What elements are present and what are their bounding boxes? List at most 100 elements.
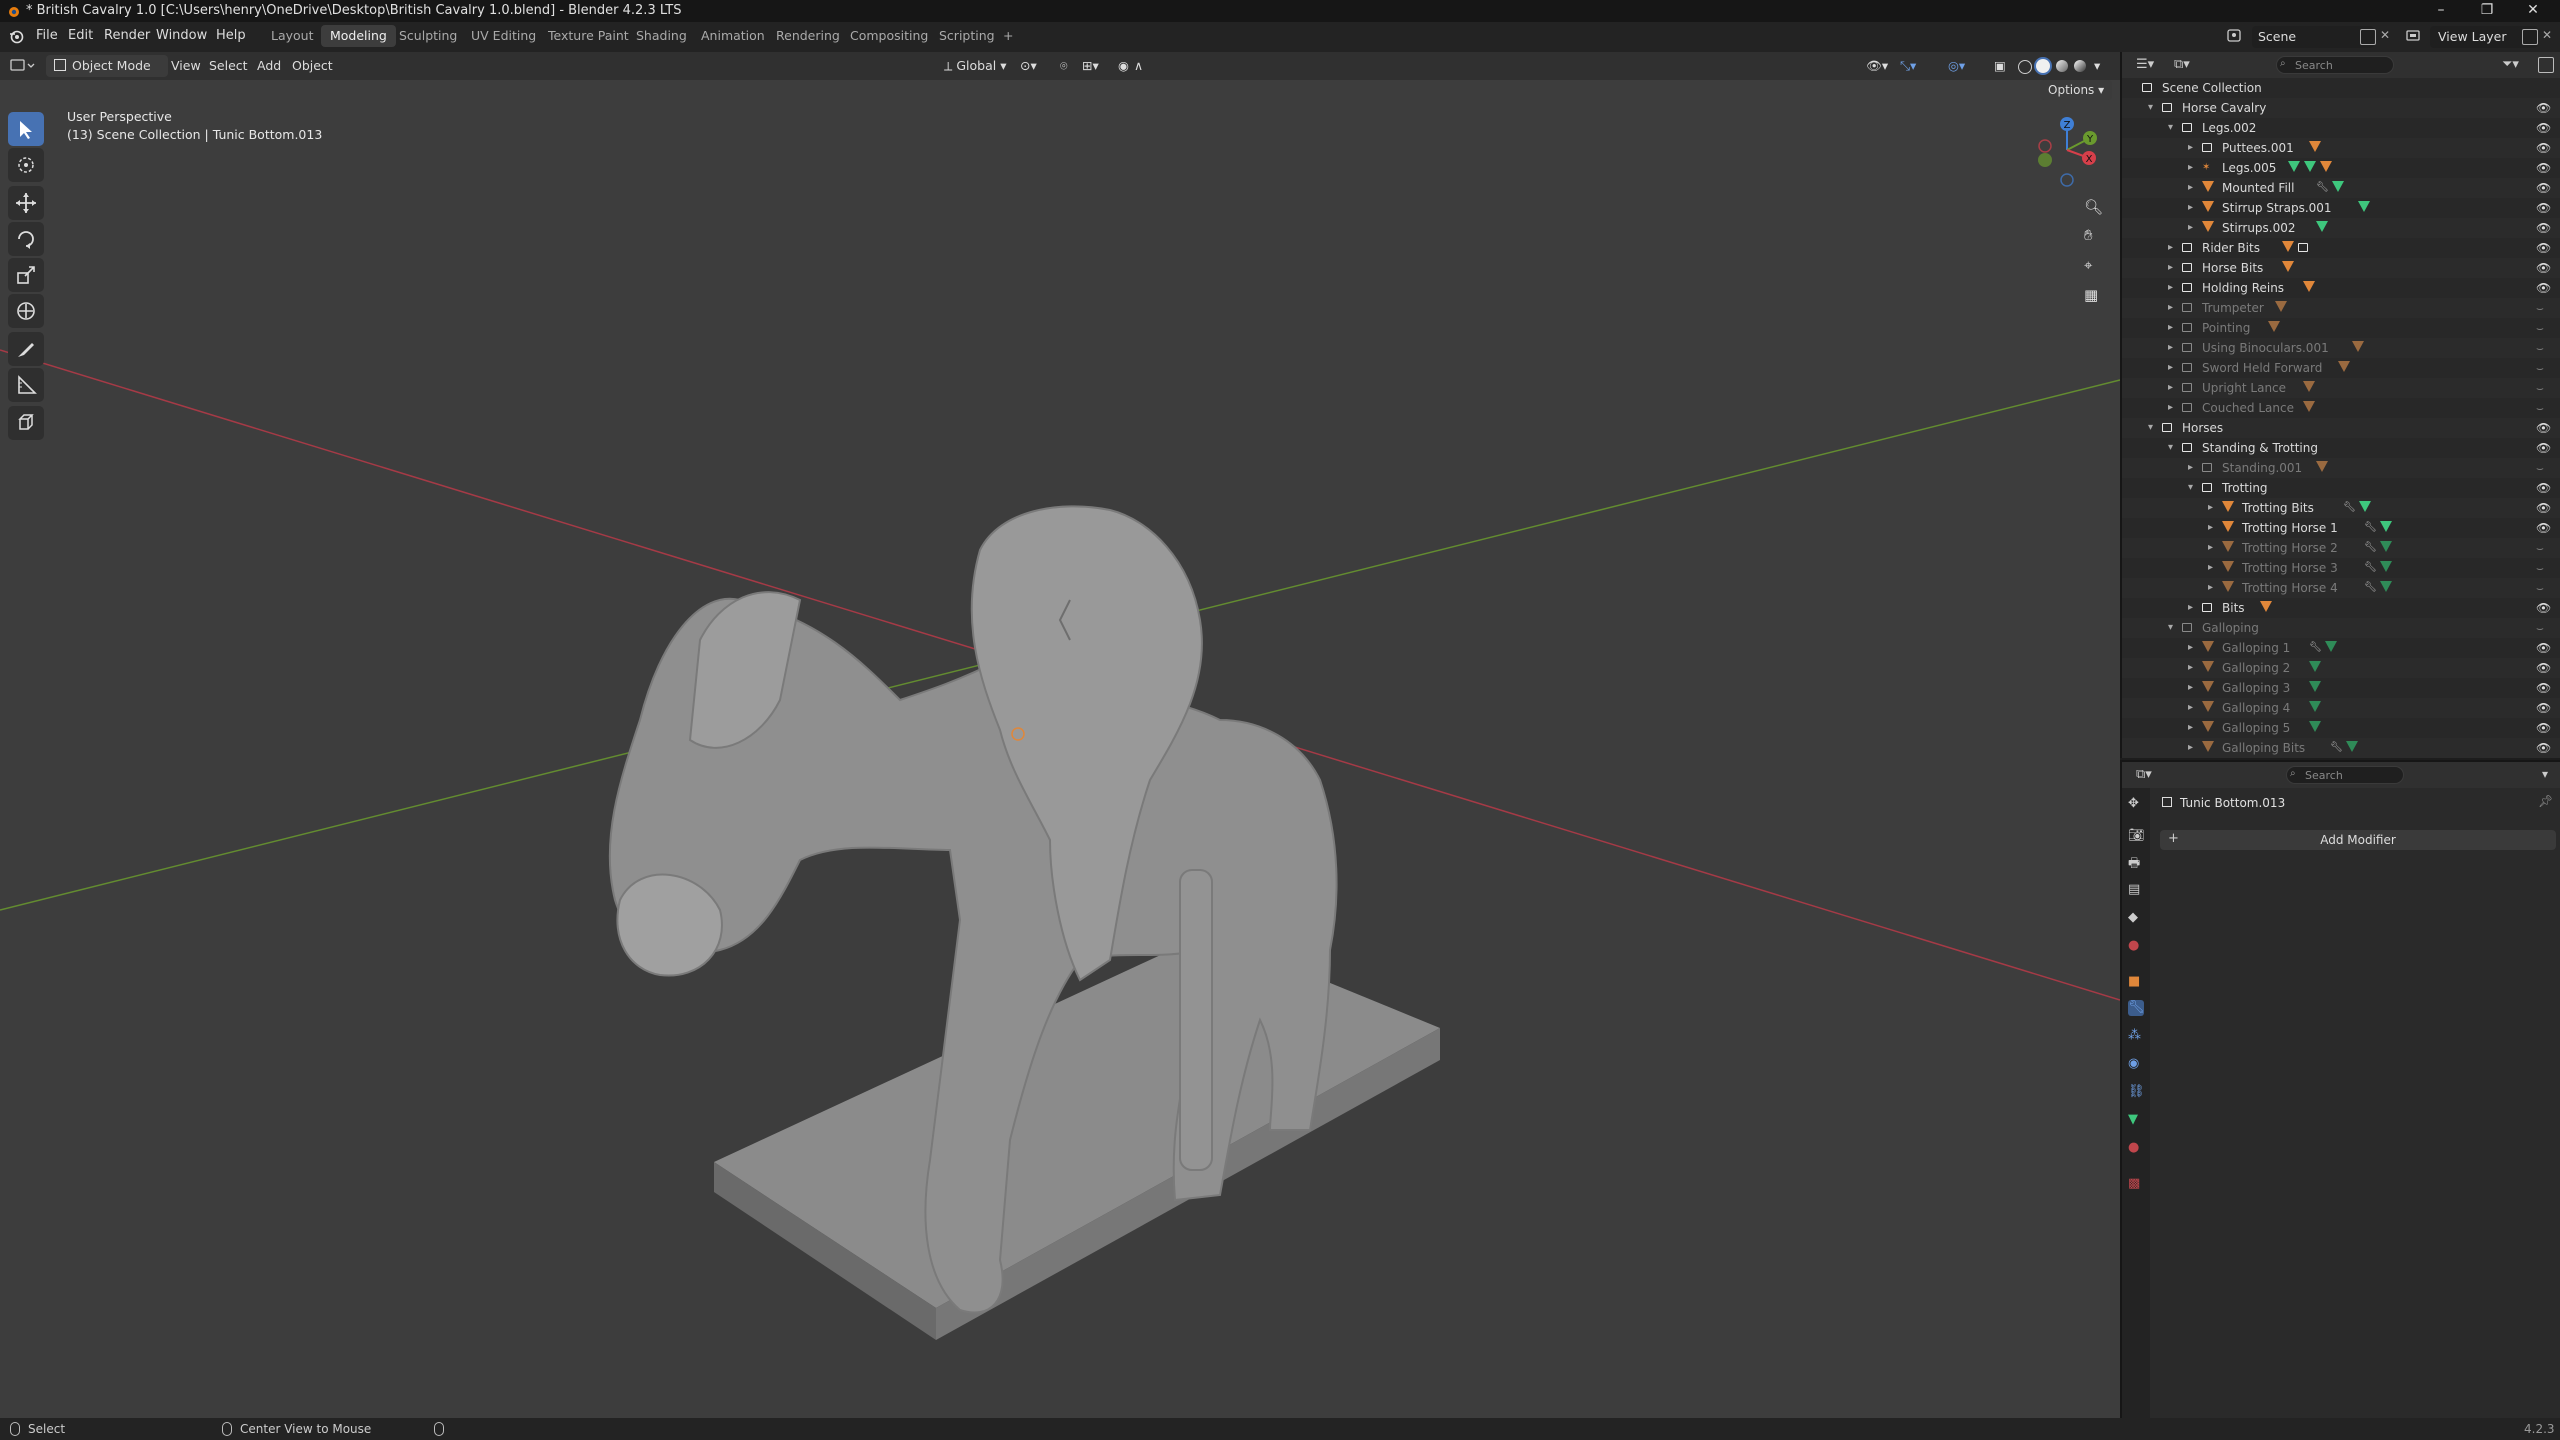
pan-hand-icon[interactable]: ✋︎ [2084, 226, 2093, 244]
expand-arrow-icon[interactable]: ▸ [2208, 558, 2213, 578]
maximize-button[interactable]: ❐ [2464, 0, 2510, 22]
outliner-editor-type-icon[interactable]: ☰▾ [2136, 57, 2154, 72]
menu-object[interactable]: Object [292, 58, 333, 73]
options-dropdown[interactable]: Options ▾ [2040, 80, 2113, 100]
editor-type-icon[interactable] [10, 57, 36, 75]
eye-visible-icon[interactable]: 👁︎ [2536, 118, 2551, 138]
eye-visible-icon[interactable]: 👁︎ [2536, 698, 2551, 718]
outliner-row[interactable]: ▸ Horse Bits 👁︎ [2122, 258, 2560, 278]
eye-visible-icon[interactable]: 👁︎ [2536, 138, 2551, 158]
menu-view[interactable]: View [171, 58, 201, 73]
move-tool[interactable] [8, 186, 44, 220]
collapse-arrow-icon[interactable]: ▾ [2168, 438, 2173, 458]
tab-sculpting[interactable]: Sculpting [390, 25, 466, 47]
eye-hidden-icon[interactable]: ⌣ [2536, 338, 2544, 358]
expand-arrow-icon[interactable]: ▸ [2168, 298, 2173, 318]
minimize-button[interactable]: – [2418, 0, 2464, 22]
outliner-row[interactable]: ▸ Standing.001 ⌣ [2122, 458, 2560, 478]
tab-compositing[interactable]: Compositing [841, 25, 937, 47]
filter-icon[interactable]: ⏷▾ [2502, 57, 2519, 72]
expand-arrow-icon[interactable]: ▸ [2188, 678, 2193, 698]
eye-visible-icon[interactable]: 👁︎ [2536, 518, 2551, 538]
outliner-row[interactable]: ▸ Couched Lance ⌣ [2122, 398, 2560, 418]
snap-toggle-icon[interactable]: ⌾ [1060, 58, 1068, 74]
proportional-edit-icon[interactable]: ◉ [1118, 58, 1129, 73]
measure-tool[interactable] [8, 368, 44, 402]
expand-arrow-icon[interactable]: ▸ [2168, 358, 2173, 378]
eye-visible-icon[interactable]: 👁︎ [2536, 498, 2551, 518]
expand-arrow-icon[interactable]: ▸ [2188, 638, 2193, 658]
eye-hidden-icon[interactable]: ⌣ [2536, 318, 2544, 338]
outliner-row[interactable]: ▸ Stirrups.002 👁︎ [2122, 218, 2560, 238]
new-scene-icon[interactable] [2360, 29, 2376, 45]
constraints-tab-icon[interactable]: ⛓︎ [2128, 1084, 2145, 1100]
expand-arrow-icon[interactable]: ▸ [2168, 278, 2173, 298]
expand-arrow-icon[interactable]: ▸ [2188, 738, 2193, 758]
outliner-row[interactable]: ▸ Trotting Horse 1 🔧︎ 👁︎ [2122, 518, 2560, 538]
outliner-row[interactable]: ▸ Galloping 3 👁︎ [2122, 678, 2560, 698]
new-view-layer-icon[interactable] [2522, 29, 2538, 45]
eye-visible-icon[interactable]: 👁︎ [2536, 198, 2551, 218]
add-modifier-button[interactable]: + Add Modifier [2160, 830, 2556, 850]
tab-uv-editing[interactable]: UV Editing [462, 25, 545, 47]
snap-target-icon[interactable]: ⊞▾ [1082, 58, 1099, 73]
outliner-row[interactable]: ▸ Galloping 2 👁︎ [2122, 658, 2560, 678]
particles-tab-icon[interactable]: ⁂ [2128, 1028, 2144, 1044]
eye-visible-icon[interactable]: 👁︎ [2536, 158, 2551, 178]
eye-hidden-icon[interactable]: ⌣ [2536, 538, 2544, 558]
rotate-tool[interactable] [8, 222, 44, 256]
menu-render[interactable]: Render [104, 28, 150, 43]
menu-window[interactable]: Window [156, 28, 207, 43]
outliner-row[interactable]: ▸ Puttees.001 👁︎ [2122, 138, 2560, 158]
eye-visible-icon[interactable]: 👁︎ [2536, 418, 2551, 438]
outliner-row[interactable]: ▸ Trotting Horse 2 🔧︎ ⌣ [2122, 538, 2560, 558]
eye-visible-icon[interactable]: 👁︎ [2536, 438, 2551, 458]
eye-visible-icon[interactable]: 👁︎ [2536, 98, 2551, 118]
outliner-row[interactable]: ▸ Galloping Bits 🔧︎ 👁︎ [2122, 738, 2560, 758]
expand-arrow-icon[interactable]: ▸ [2208, 538, 2213, 558]
outliner-row[interactable]: ▸ Rider Bits 👁︎ [2122, 238, 2560, 258]
outliner-row[interactable]: ▸ Trumpeter ⌣ [2122, 298, 2560, 318]
outliner-row[interactable]: ▾ Standing & Trotting 👁︎ [2122, 438, 2560, 458]
eye-visible-icon[interactable]: 👁︎ [2536, 658, 2551, 678]
tab-layout[interactable]: Layout [262, 25, 323, 47]
outliner-row[interactable]: ▸ Trotting Horse 3 🔧︎ ⌣ [2122, 558, 2560, 578]
eye-hidden-icon[interactable]: ⌣ [2536, 578, 2544, 598]
scale-tool[interactable] [8, 258, 44, 292]
annotate-tool[interactable] [8, 332, 44, 366]
new-collection-icon[interactable] [2538, 57, 2554, 73]
outliner-row[interactable]: ▸ Trotting Horse 4 🔧︎ ⌣ [2122, 578, 2560, 598]
blender-menu-icon[interactable] [8, 28, 24, 44]
expand-arrow-icon[interactable]: ▸ [2188, 218, 2193, 238]
expand-arrow-icon[interactable]: ▸ [2168, 318, 2173, 338]
tab-modeling[interactable]: Modeling [321, 25, 396, 47]
eye-visible-icon[interactable]: 👁︎ [2536, 218, 2551, 238]
outliner-row[interactable]: ▸ Upright Lance ⌣ [2122, 378, 2560, 398]
eye-visible-icon[interactable]: 👁︎ [2536, 478, 2551, 498]
expand-arrow-icon[interactable]: ▸ [2208, 518, 2213, 538]
eye-hidden-icon[interactable]: ⌣ [2536, 618, 2544, 638]
eye-visible-icon[interactable]: 👁︎ [2536, 258, 2551, 278]
outliner-row[interactable]: ▾ Galloping ⌣ [2122, 618, 2560, 638]
scene-field[interactable]: Scene [2252, 26, 2374, 48]
eye-visible-icon[interactable]: 👁︎ [2536, 598, 2551, 618]
expand-arrow-icon[interactable]: ▸ [2168, 258, 2173, 278]
outliner-row[interactable]: ▾ Horse Cavalry 👁︎ [2122, 98, 2560, 118]
eye-visible-icon[interactable]: 👁︎ [2536, 738, 2551, 758]
tab-texture-paint[interactable]: Texture Paint [539, 25, 638, 47]
object-tab-icon[interactable]: ■ [2128, 974, 2144, 990]
eye-hidden-icon[interactable]: ⌣ [2536, 458, 2544, 478]
outliner-row[interactable]: ▸ Galloping 5 👁︎ [2122, 718, 2560, 738]
cursor-tool[interactable] [8, 148, 44, 182]
eye-hidden-icon[interactable]: ⌣ [2536, 398, 2544, 418]
outliner-row[interactable]: ▸ Sword Held Forward ⌣ [2122, 358, 2560, 378]
outliner-row[interactable]: ▸ Mounted Fill 🔧︎ 👁︎ [2122, 178, 2560, 198]
expand-arrow-icon[interactable]: ▸ [2188, 698, 2193, 718]
outliner-row[interactable]: ▸ Holding Reins 👁︎ [2122, 278, 2560, 298]
camera-view-icon[interactable]: ⌖ [2084, 256, 2092, 274]
data-tab-icon[interactable]: ▼ [2128, 1112, 2144, 1128]
eye-visible-icon[interactable]: 👁︎ [2536, 278, 2551, 298]
expand-arrow-icon[interactable]: ▸ [2188, 158, 2193, 178]
outliner-row[interactable]: ▸ Trotting Bits 🔧︎ 👁︎ [2122, 498, 2560, 518]
expand-arrow-icon[interactable]: ▸ [2208, 498, 2213, 518]
